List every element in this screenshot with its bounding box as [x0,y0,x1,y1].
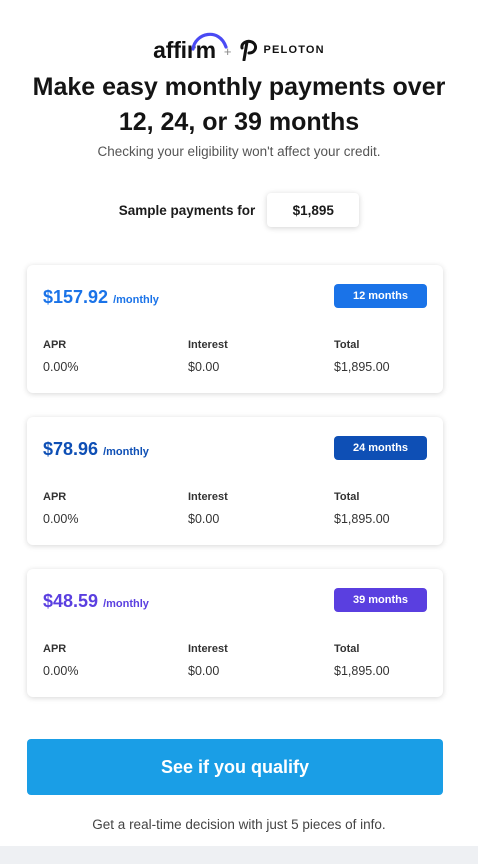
footnote-text: Get a real-time decision with just 5 pie… [92,817,386,832]
interest-value: $0.00 [188,360,220,374]
apr-value: 0.00% [43,360,79,374]
plan-amount: $48.59 [43,591,99,611]
plan-per-period: /monthly [103,598,149,610]
plan-term-badge: 39 months [334,588,427,612]
interest-value: $0.00 [188,664,220,678]
payment-plan-card-39[interactable]: $48.59 /monthly 39 months APR 0.00% Inte… [27,569,443,697]
plan-total: Total $1,895.00 [334,339,390,374]
affirm-logo: affirm [153,31,228,64]
interest-label: Interest [188,643,228,655]
plan-amount: $157.92 [43,287,109,307]
plan-apr: APR 0.00% [43,643,78,678]
interest-label: Interest [188,339,228,351]
plan-apr: APR 0.00% [43,491,78,526]
plan-interest: Interest $0.00 [188,491,228,526]
plan-term-badge: 12 months [334,284,427,308]
brand-logos: affirm + PELOTON [0,30,478,64]
plan-apr: APR 0.00% [43,339,78,374]
see-if-you-qualify-button[interactable]: See if you qualify [27,739,443,795]
sample-payment-label: Sample payments for [118,202,256,218]
sample-payment-row: Sample payments for [0,193,478,227]
bottom-bar [0,846,478,864]
interest-label: Interest [188,491,228,503]
total-label: Total [334,491,360,503]
total-label: Total [334,643,360,655]
peloton-logo: PELOTON [239,33,324,61]
total-value: $1,895.00 [334,664,390,678]
plan-total: Total $1,895.00 [334,491,390,526]
peloton-p-icon [240,39,258,61]
plan-per-period: /monthly [103,446,149,458]
total-value: $1,895.00 [334,512,390,526]
plan-interest: Interest $0.00 [188,643,228,678]
plan-amount: $78.96 [43,439,99,459]
plan-monthly-amount: $78.96 /monthly [43,439,149,460]
page-title: Make easy monthly payments over 12, 24, … [32,73,446,136]
interest-value: $0.00 [188,512,220,526]
payment-plan-card-12[interactable]: $157.92 /monthly 12 months APR 0.00% Int… [27,265,443,393]
plan-monthly-amount: $48.59 /monthly [43,591,149,612]
page-subtitle: Checking your eligibility won't affect y… [97,144,381,159]
payment-plan-card-24[interactable]: $78.96 /monthly 24 months APR 0.00% Inte… [27,417,443,545]
plan-interest: Interest $0.00 [188,339,228,374]
peloton-wordmark: PELOTON [263,44,325,56]
apr-label: APR [43,491,67,503]
plan-term-badge: 24 months [334,436,427,460]
apr-value: 0.00% [43,512,79,526]
sample-amount-input[interactable] [267,193,360,227]
affirm-arc-icon [191,32,228,51]
plan-per-period: /monthly [113,294,159,306]
plan-total: Total $1,895.00 [334,643,390,678]
apr-label: APR [43,339,67,351]
total-value: $1,895.00 [334,360,390,374]
apr-value: 0.00% [43,664,79,678]
plan-monthly-amount: $157.92 /monthly [43,287,159,308]
total-label: Total [334,339,360,351]
apr-label: APR [43,643,67,655]
